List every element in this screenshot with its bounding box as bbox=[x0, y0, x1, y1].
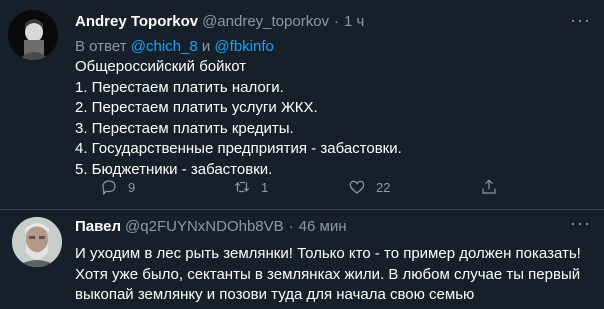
reply-mention-2[interactable]: @fbkinfo bbox=[214, 38, 273, 55]
tweet-andrey-toporkov[interactable]: Andrey Toporkov @andrey_toporkov · 1 ч ·… bbox=[0, 0, 604, 210]
avatar[interactable] bbox=[8, 10, 58, 60]
retweet-button[interactable]: 1 bbox=[233, 178, 268, 196]
author-name[interactable]: Павел bbox=[75, 218, 121, 235]
retweet-icon bbox=[234, 181, 250, 193]
like-count: 22 bbox=[376, 179, 391, 195]
tweet-line: 4. Государственные предприятия - забасто… bbox=[75, 140, 402, 158]
tweet-line: Хотя уже было, сектанты в землянках жили… bbox=[75, 265, 581, 283]
reply-joiner: и bbox=[201, 38, 211, 55]
author-name[interactable]: Andrey Toporkov bbox=[75, 13, 198, 30]
avatar-image bbox=[8, 10, 58, 60]
tweet-line: 1. Перестаем платить налоги. bbox=[75, 78, 284, 96]
author-handle[interactable]: @q2FUYNxNDOhb8VB bbox=[125, 218, 284, 235]
timestamp[interactable]: 1 ч bbox=[344, 13, 364, 30]
reply-icon bbox=[102, 180, 116, 196]
tweet-line: И уходим в лес рыть землянки! Только кто… bbox=[75, 245, 581, 262]
tweet-line: 2. Перестаем платить услуги ЖКХ. bbox=[75, 99, 318, 117]
avatar[interactable] bbox=[12, 217, 62, 267]
tweet-actions: 9 1 22 bbox=[75, 178, 595, 202]
separator-dot: · bbox=[288, 218, 294, 235]
reply-count: 9 bbox=[128, 179, 136, 195]
reply-context: В ответ @chich_8 и @fbkinfo bbox=[75, 38, 274, 55]
tweet-text: И уходим в лес рыть землянки! Только кто… bbox=[75, 244, 600, 306]
tweet-line: 3. Перестаем платить кредиты. bbox=[75, 119, 294, 137]
share-icon bbox=[482, 179, 496, 194]
reply-prefix: В ответ bbox=[75, 38, 127, 55]
tweet-line: Общероссийский бойкот bbox=[75, 58, 247, 75]
timestamp[interactable]: 46 мин bbox=[299, 218, 347, 235]
avatar-image bbox=[12, 217, 62, 267]
reply-mention-1[interactable]: @chich_8 bbox=[131, 38, 198, 55]
more-icon[interactable]: ··· bbox=[570, 10, 591, 31]
separator-dot: · bbox=[334, 13, 340, 30]
share-button[interactable] bbox=[480, 178, 498, 196]
tweet-header: Павел @q2FUYNxNDOhb8VB · 46 мин bbox=[75, 218, 346, 235]
like-button[interactable]: 22 bbox=[348, 178, 390, 196]
more-icon[interactable]: ··· bbox=[570, 213, 591, 234]
author-handle[interactable]: @andrey_toporkov bbox=[202, 13, 329, 30]
like-icon bbox=[349, 180, 365, 194]
retweet-count: 1 bbox=[261, 179, 269, 195]
tweet-line: выкопай землянку и позови туда для начал… bbox=[75, 286, 475, 304]
tweet-text: Общероссийский бойкот 1. Перестаем плати… bbox=[75, 57, 402, 181]
reply-button[interactable]: 9 bbox=[100, 178, 135, 196]
tweet-header: Andrey Toporkov @andrey_toporkov · 1 ч bbox=[75, 13, 364, 30]
